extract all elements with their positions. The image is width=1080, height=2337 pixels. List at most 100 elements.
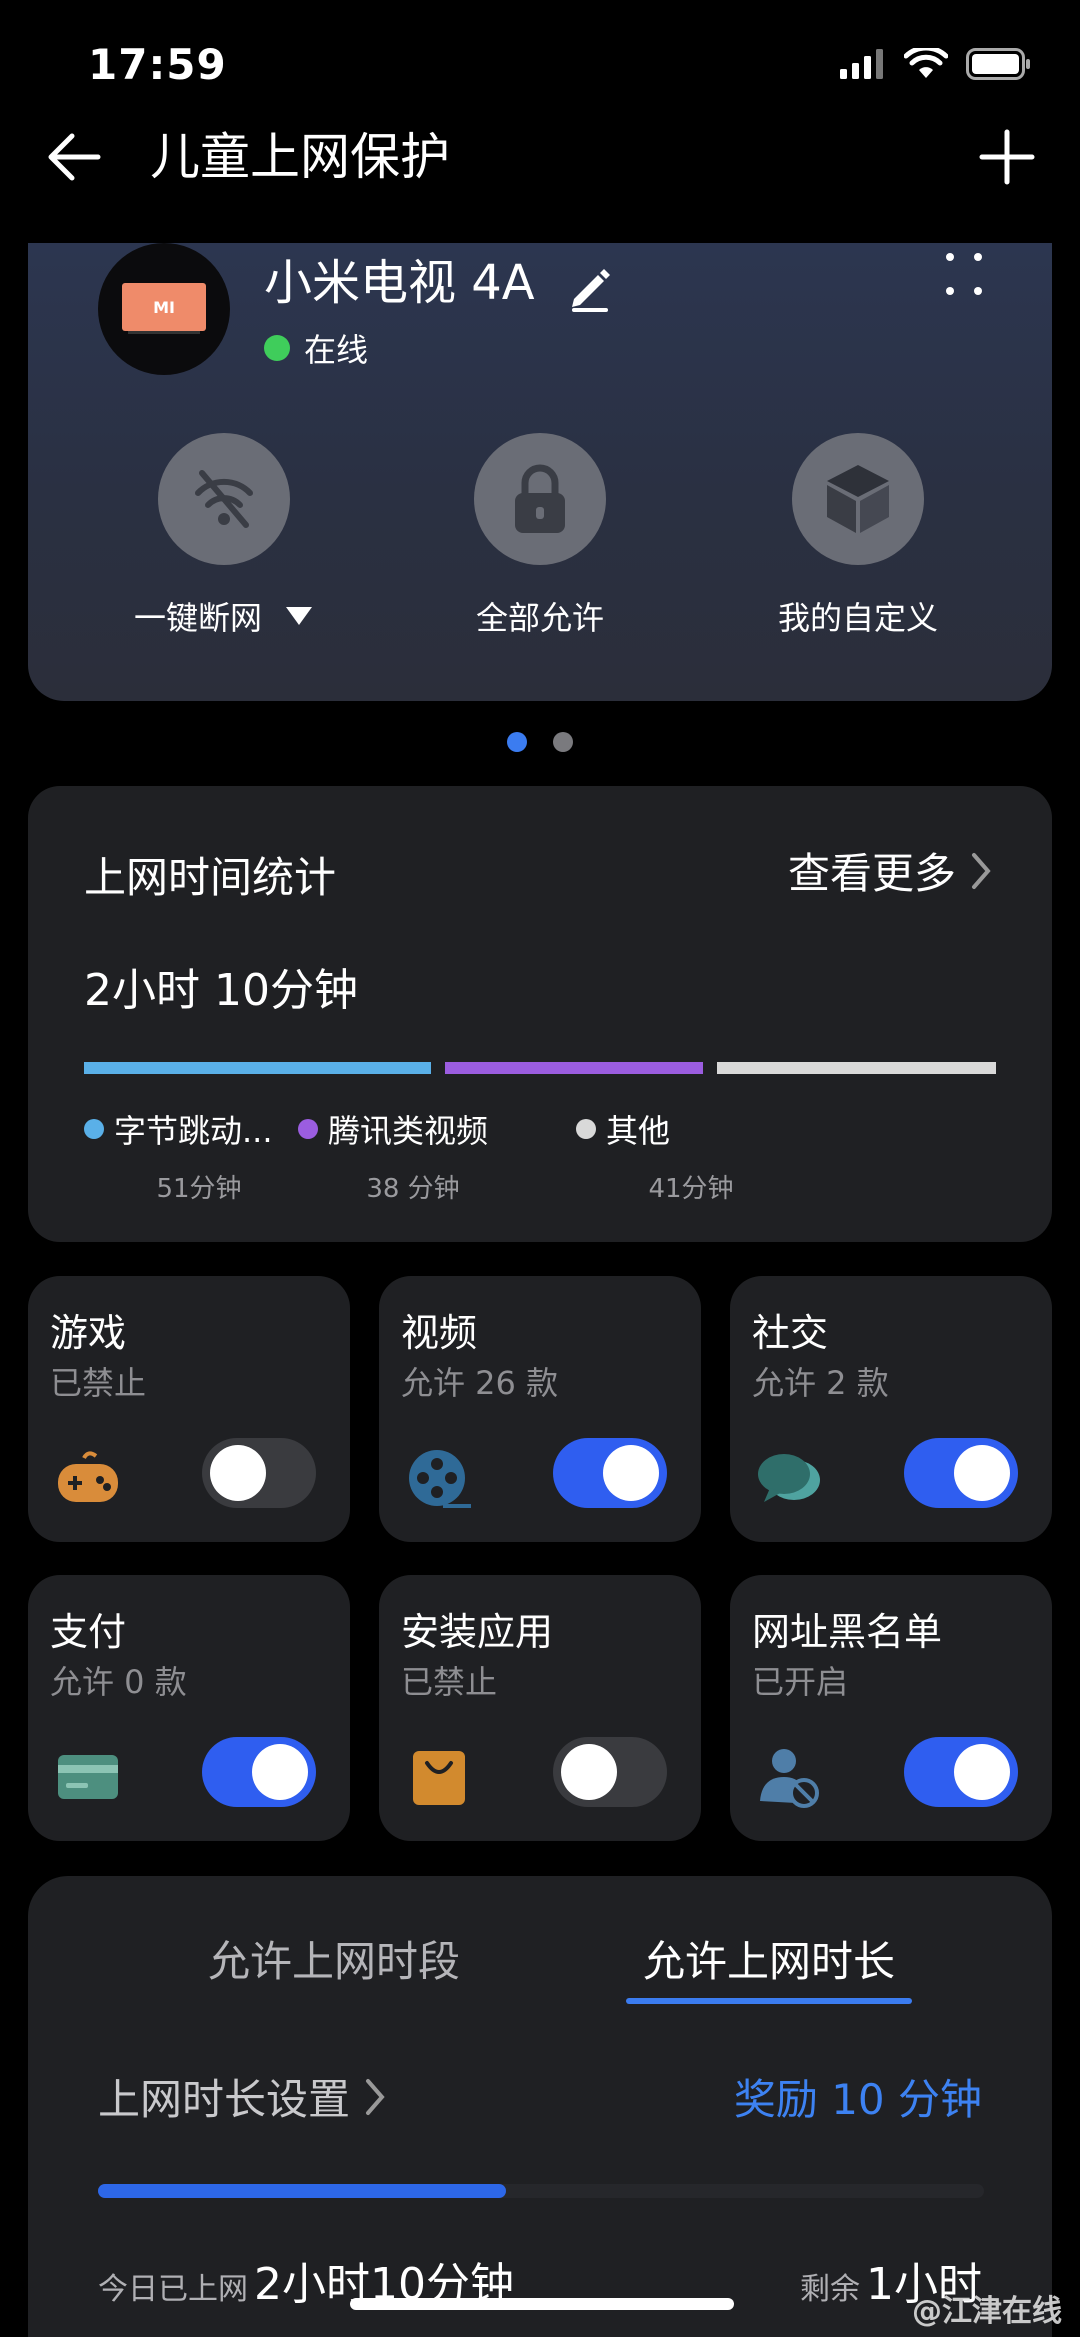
status-icons [840, 48, 1032, 80]
page-dot[interactable] [553, 732, 573, 752]
cube-icon [792, 433, 924, 565]
mode-label-allow-all: 全部允许 [475, 599, 604, 637]
tab-allowed-periods[interactable]: 允许上网时段 [134, 1928, 534, 1989]
internet-time-stats-card: 上网时间统计 查看更多 2小时 10分钟 字节跳动... 51分钟 腾讯类视频 38 … [28, 786, 1052, 1242]
category-tile[interactable]: 安装应用 已禁止 [379, 1575, 701, 1841]
usage-bar-segment [445, 1062, 703, 1074]
legend-item: 腾讯类视频 38 分钟 [298, 1106, 528, 1205]
category-tile[interactable]: 视频允许 26 款 [379, 1276, 701, 1542]
category-toggle[interactable] [202, 1438, 316, 1508]
home-indicator[interactable] [350, 2298, 734, 2310]
online-dot [264, 335, 290, 361]
mode-allow-all[interactable]: 全部允许 [390, 433, 690, 639]
stats-title: 上网时间统计 [84, 853, 337, 902]
usage-bar-segment [84, 1062, 431, 1074]
tv-icon: MI [122, 283, 206, 331]
legend-dot [298, 1119, 318, 1139]
duration-settings-label: 上网时长设置 [98, 2075, 351, 2124]
tile-name: 游戏 [50, 1311, 127, 1355]
shopping-bag-icon [405, 1743, 473, 1811]
today-label: 今日已上网 [98, 2272, 248, 2307]
view-more-link[interactable]: 查看更多 [788, 840, 992, 901]
legend-duration: 51分钟 [156, 1174, 242, 1204]
dropdown-triangle-icon[interactable] [284, 605, 314, 627]
chevron-right-icon [972, 852, 991, 889]
legend-label: 其他 [606, 1112, 671, 1150]
remaining-label: 剩余 [800, 2272, 860, 2307]
back-arrow-icon[interactable] [40, 122, 110, 192]
add-icon[interactable] [972, 122, 1042, 192]
legend-duration: 38 分钟 [366, 1174, 460, 1204]
mode-custom[interactable]: 我的自定义 [708, 433, 1008, 639]
mode-label-custom: 我的自定义 [777, 599, 938, 637]
usage-bar-segment [717, 1062, 996, 1074]
status-time: 17:59 [88, 40, 227, 89]
category-tile[interactable]: 支付允许 0 款 [28, 1575, 350, 1841]
chat-bubbles-icon [756, 1444, 824, 1512]
lock-icon [474, 433, 606, 565]
device-name: 小米电视 4A [264, 255, 535, 311]
tile-status: 允许 26 款 [401, 1364, 559, 1402]
legend-item: 其他 41分钟 [576, 1106, 806, 1205]
legend-dot [84, 1119, 104, 1139]
signal-icon [840, 49, 883, 79]
chevron-right-icon [366, 2078, 385, 2115]
reward-link[interactable]: 奖励 10 分钟 [734, 2066, 982, 2127]
device-online-status: 在线 [264, 325, 368, 371]
legend-label: 字节跳动... [114, 1112, 273, 1150]
usage-progress-bar [98, 2184, 984, 2198]
wifi-off-icon [158, 433, 290, 565]
mi-logo: MI [153, 297, 175, 317]
category-toggle[interactable] [904, 1438, 1018, 1508]
user-block-icon [756, 1743, 824, 1811]
active-tab-underline [626, 1998, 912, 2004]
tile-name: 支付 [50, 1610, 127, 1654]
tab-allowed-duration[interactable]: 允许上网时长 [569, 1928, 969, 1989]
wifi-icon [904, 48, 948, 78]
tile-name: 社交 [752, 1311, 829, 1355]
category-toggle[interactable] [904, 1737, 1018, 1807]
device-avatar: MI [98, 243, 230, 375]
tile-status: 已开启 [752, 1663, 849, 1701]
status-label: 在线 [304, 331, 369, 369]
tile-status: 已禁止 [401, 1663, 498, 1701]
category-tile[interactable]: 游戏 已禁止 [28, 1276, 350, 1542]
tile-status: 允许 2 款 [752, 1364, 889, 1402]
card-icon [54, 1743, 122, 1811]
watermark: @江津在线 [912, 2294, 1062, 2329]
tile-name: 安装应用 [401, 1610, 554, 1654]
duration-settings-link[interactable]: 上网时长设置 [98, 2066, 386, 2127]
battery-icon [966, 48, 1030, 80]
mode-disconnect[interactable]: 一键断网 [74, 433, 374, 639]
category-tile[interactable]: 社交允许 2 款 [730, 1276, 1052, 1542]
page-indicator [0, 732, 1080, 752]
category-tile[interactable]: 网址黑名单 已开启 [730, 1575, 1052, 1841]
time-limit-card: 允许上网时段 允许上网时长 上网时长设置 奖励 10 分钟 今日已上网 2小时1… [28, 1876, 1052, 2337]
toggle-knob [561, 1744, 617, 1800]
more-dots-icon[interactable] [944, 249, 984, 299]
gamepad-icon [54, 1444, 122, 1512]
page-title: 儿童上网保护 [150, 128, 450, 186]
tile-status: 允许 0 款 [50, 1663, 187, 1701]
category-toggle[interactable] [553, 1737, 667, 1807]
device-card[interactable]: MI 小米电视 4A 在线 一键断网 全部允许 我的自定义 [28, 243, 1052, 701]
category-toggle[interactable] [202, 1737, 316, 1807]
view-more-label: 查看更多 [787, 849, 956, 898]
edit-pencil-icon[interactable] [564, 261, 616, 313]
toggle-knob [210, 1445, 266, 1501]
mode-label-disconnect: 一键断网 [133, 599, 262, 637]
toggle-knob [603, 1445, 659, 1501]
total-time: 2小时 10分钟 [84, 965, 358, 1016]
page-dot-active[interactable] [507, 732, 527, 752]
legend-dot [576, 1119, 596, 1139]
legend-duration: 41分钟 [648, 1174, 734, 1204]
legend-label: 腾讯类视频 [328, 1112, 489, 1150]
toggle-knob [252, 1744, 308, 1800]
tile-name: 视频 [401, 1311, 478, 1355]
usage-progress-fill [98, 2184, 506, 2198]
category-toggle[interactable] [553, 1438, 667, 1508]
tile-status: 已禁止 [50, 1364, 147, 1402]
toggle-knob [954, 1445, 1010, 1501]
film-reel-icon [405, 1444, 473, 1512]
legend-item: 字节跳动... 51分钟 [84, 1106, 314, 1205]
